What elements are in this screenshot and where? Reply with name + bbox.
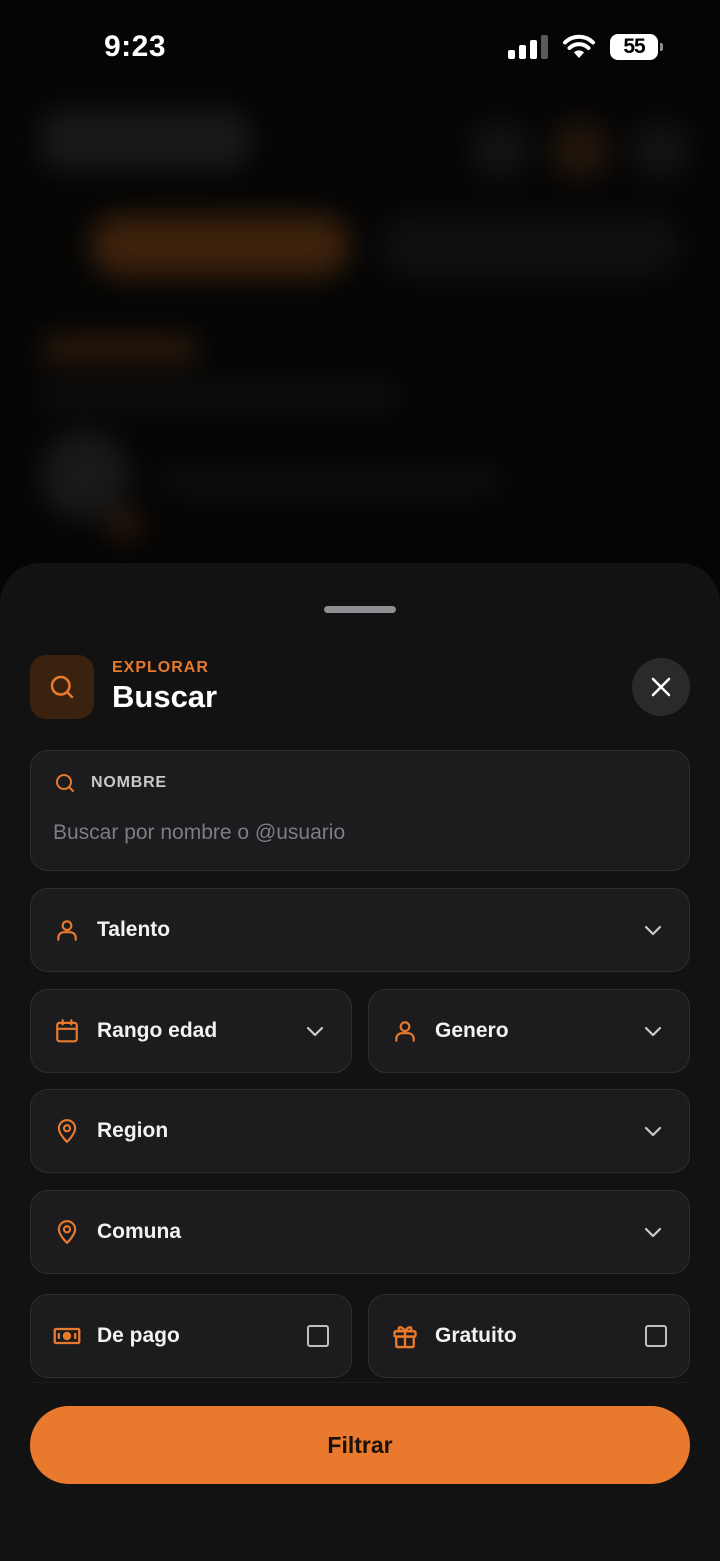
gratuito-label: Gratuito <box>435 1324 517 1347</box>
de-pago-label: De pago <box>97 1324 180 1347</box>
sheet-eyebrow: EXPLORAR <box>112 659 209 676</box>
de-pago-checkbox-row[interactable]: De pago <box>30 1294 352 1378</box>
genero-label: Genero <box>435 1019 509 1042</box>
chevron-down-icon <box>644 1126 662 1137</box>
calendar-icon <box>53 1017 81 1045</box>
sheet-grabber[interactable] <box>324 606 396 613</box>
name-label-row: NOMBRE <box>53 771 167 795</box>
gratuito-checkbox-row[interactable]: Gratuito <box>368 1294 690 1378</box>
search-icon <box>30 655 94 719</box>
rango-edad-select[interactable]: Rango edad <box>30 989 352 1073</box>
region-label: Region <box>97 1119 169 1142</box>
region-select[interactable]: Region <box>30 1089 690 1173</box>
name-search-input[interactable] <box>53 815 663 851</box>
user-icon <box>53 916 81 944</box>
search-icon <box>56 774 74 792</box>
genero-select[interactable]: Genero <box>368 989 690 1073</box>
sheet-header: EXPLORAR Buscar <box>30 655 690 719</box>
status-bar: 9:23 55 <box>0 0 720 96</box>
chevron-down-icon <box>644 1026 662 1037</box>
status-time: 9:23 <box>104 30 167 63</box>
sheet-title: Buscar <box>112 679 218 714</box>
screen: 9:23 55 EXPLORAR Buscar NOMBRE Buscar po… <box>0 0 720 1561</box>
de-pago-checkbox[interactable] <box>307 1325 329 1347</box>
banknote-icon <box>53 1322 81 1350</box>
gift-icon <box>391 1322 419 1350</box>
name-label: NOMBRE <box>91 774 167 791</box>
name-search-field[interactable]: NOMBRE <box>30 750 690 871</box>
close-button[interactable] <box>632 658 690 716</box>
battery-indicator: 55 <box>610 34 663 60</box>
filter-button[interactable]: Filtrar <box>30 1406 690 1484</box>
chevron-down-icon <box>306 1026 324 1037</box>
wifi-icon <box>563 34 595 58</box>
chevron-down-icon <box>644 925 662 936</box>
close-icon <box>651 677 671 697</box>
user-icon <box>391 1017 419 1045</box>
rango-edad-label: Rango edad <box>97 1019 218 1042</box>
cellular-signal-icon <box>508 35 548 59</box>
map-pin-icon <box>53 1218 81 1246</box>
comuna-select[interactable]: Comuna <box>30 1190 690 1274</box>
map-pin-icon <box>53 1117 81 1145</box>
talento-label: Talento <box>97 918 171 941</box>
divider <box>30 1382 690 1383</box>
comuna-label: Comuna <box>97 1220 181 1243</box>
chevron-down-icon <box>644 1227 662 1238</box>
gratuito-checkbox[interactable] <box>645 1325 667 1347</box>
talento-select[interactable]: Talento <box>30 888 690 972</box>
search-sheet: EXPLORAR Buscar NOMBRE Buscar por nombre… <box>0 563 720 1561</box>
status-icons: 55 <box>508 34 663 60</box>
